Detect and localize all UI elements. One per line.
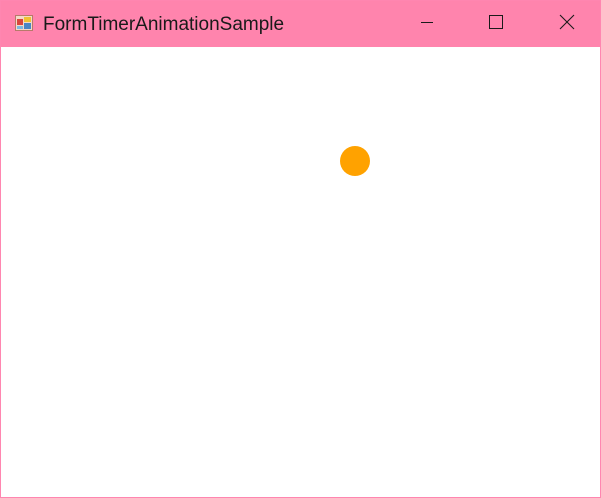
form-window: FormTimerAnimationSample [0, 0, 601, 498]
close-icon [559, 14, 575, 35]
close-button[interactable] [544, 1, 590, 47]
minimize-button[interactable] [404, 1, 450, 47]
title-bar[interactable]: FormTimerAnimationSample [1, 1, 600, 47]
maximize-icon [489, 14, 503, 34]
animated-ball [340, 146, 370, 176]
app-icon[interactable] [15, 14, 33, 32]
client-area [1, 47, 600, 497]
window-title: FormTimerAnimationSample [43, 14, 285, 35]
minimize-icon [420, 15, 434, 34]
maximize-button[interactable] [473, 1, 519, 47]
